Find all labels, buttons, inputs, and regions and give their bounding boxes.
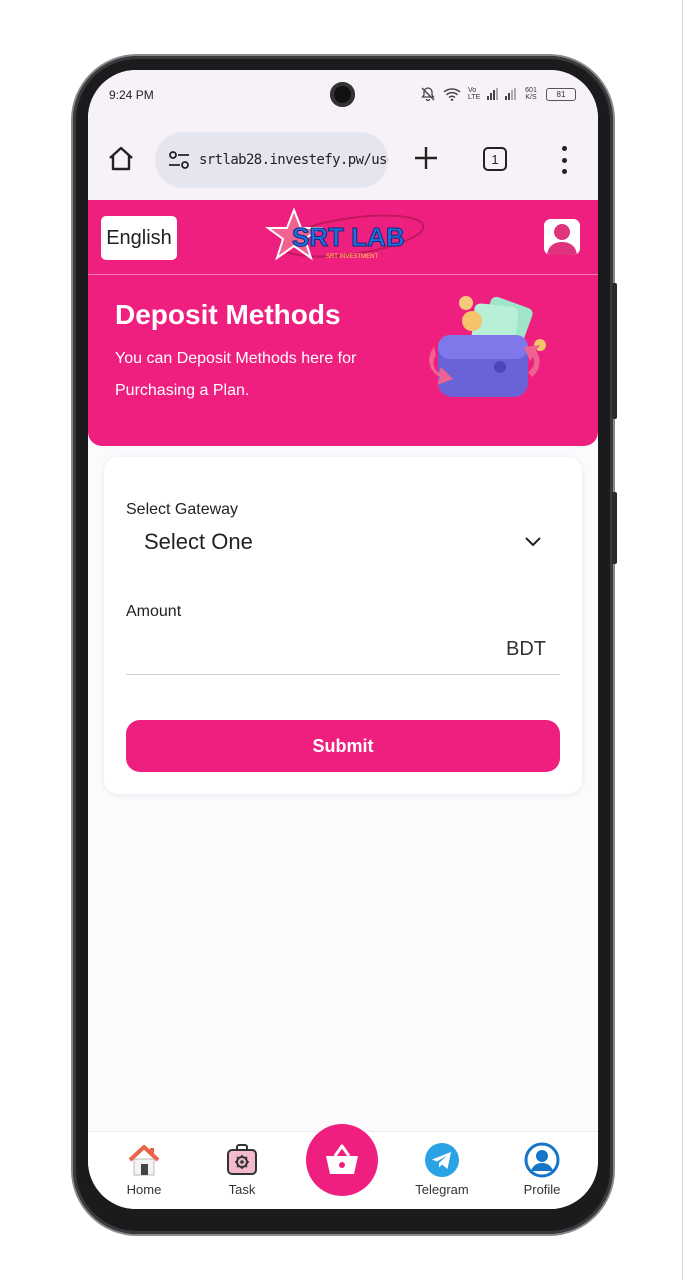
shopping-basket-icon [326,1144,358,1174]
page-subtitle: You can Deposit Methods here for Purchas… [115,350,357,399]
chevron-down-icon [525,537,541,547]
tab-count: 1 [491,151,499,167]
phone-volume-button [612,492,617,564]
signal-icon [487,88,498,100]
signal-icon [505,88,516,100]
telegram-icon [425,1143,459,1177]
status-bar: 9:24 PM Vo LTE 601 K/S 81 [88,70,598,128]
task-icon [227,1144,257,1175]
gateway-select-value: Select One [144,529,253,554]
address-bar[interactable]: srtlab28.investefy.pw/user [155,132,388,188]
profile-icon [524,1142,560,1178]
nav-item-telegram[interactable]: Telegram [402,1142,482,1197]
site-settings-icon[interactable] [167,150,191,170]
battery-level: 81 [556,89,566,99]
amount-input[interactable]: BDT [126,625,560,675]
home-icon[interactable] [106,144,136,174]
user-silhouette-icon [544,219,580,255]
user-profile-icon[interactable] [544,219,580,255]
nav-item-profile[interactable]: Profile [502,1142,582,1197]
tabs-icon[interactable]: 1 [483,147,507,171]
browser-toolbar: srtlab28.investefy.pw/user 1 [88,128,598,200]
nav-item-home[interactable]: Home [104,1142,184,1197]
amount-label: Amount [126,603,182,620]
status-time: 9:24 PM [109,88,154,102]
nav-label-home: Home [126,1182,162,1197]
network-speed-text: 601 K/S [525,87,537,101]
battery-icon: 81 [546,87,576,101]
language-label: English [106,226,172,249]
nav-item-basket[interactable] [306,1124,378,1196]
home-icon [128,1145,160,1176]
new-tab-icon[interactable] [412,144,440,172]
volte-text: Vo LTE [468,87,481,101]
deposit-form-card: Select Gateway Select One Amount BDT Sub… [104,457,582,794]
submit-button[interactable]: Submit [126,720,560,772]
wallet-illustration [429,296,546,397]
currency-label: BDT [506,638,546,660]
wifi-icon [443,88,461,101]
mute-icon [421,87,435,102]
status-icons: Vo LTE 601 K/S 81 [420,86,576,102]
logo-tagline: SRT INVESTMENT [326,254,378,260]
logo-text: SRT LAB [292,222,405,252]
page-edge-divider [682,0,683,1280]
url-text: srtlab28.investefy.pw/user [199,152,388,168]
page-title: Deposit Methods [115,299,341,330]
logo-image: SRT LAB SRT INVESTMENT [264,207,424,261]
nav-label-task: Task [228,1182,256,1197]
nav-label-profile: Profile [523,1182,561,1197]
phone-power-button [612,283,617,419]
nav-item-task[interactable]: Task [202,1142,282,1197]
front-camera [330,82,355,107]
bottom-nav: Home Task Telegram Profile [88,1124,598,1209]
site-header: English SRT LAB SRT INVESTMENT [88,200,598,275]
phone-screen: 9:24 PM Vo LTE 601 K/S 81 srtlab28.inves… [88,70,598,1209]
nav-label-telegram: Telegram [415,1182,469,1197]
gateway-select[interactable]: Select One [126,517,560,567]
deposit-banner: Deposit Methods You can Deposit Methods … [88,275,598,446]
language-selector[interactable]: English [101,216,177,260]
overflow-menu-icon[interactable] [558,146,570,174]
